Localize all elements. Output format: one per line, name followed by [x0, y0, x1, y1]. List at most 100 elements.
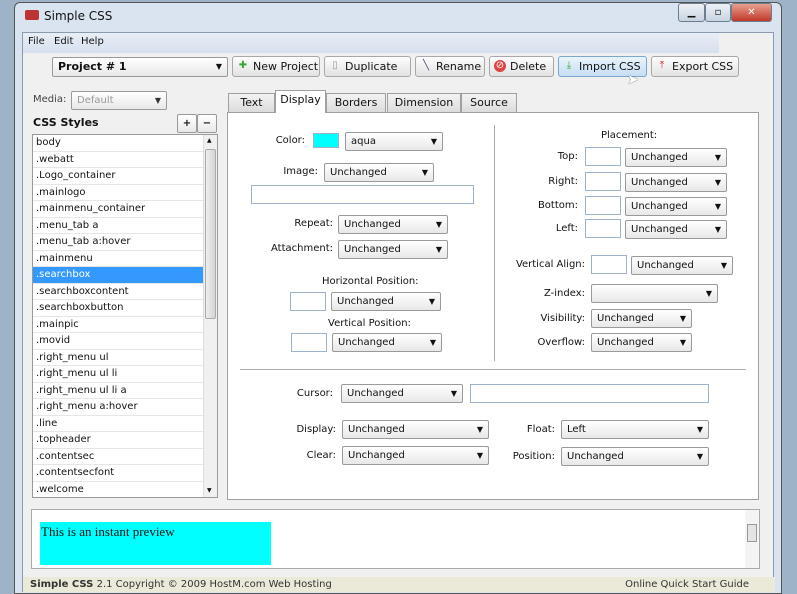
list-scrollbar[interactable]: ▲ ▼ [203, 135, 217, 497]
style-list-item[interactable]: .mainpic [33, 317, 203, 333]
style-list-item[interactable]: .right_menu ul li a [33, 383, 203, 399]
duplicate-button[interactable]: ▯ Duplicate [324, 56, 411, 77]
style-list-item[interactable]: .menu_tab a:hover [33, 234, 203, 251]
duplicate-label: Duplicate [345, 60, 398, 73]
right-input[interactable] [585, 172, 621, 191]
chevron-down-icon: ▼ [476, 425, 483, 434]
scroll-thumb[interactable] [747, 524, 757, 542]
right-select[interactable]: Unchanged ▼ [625, 173, 727, 192]
style-list-item[interactable]: .searchboxbutton [33, 300, 203, 317]
preview-scrollbar[interactable] [745, 510, 759, 568]
remove-style-button[interactable]: − [197, 114, 217, 133]
left-input[interactable] [585, 219, 621, 238]
chevron-down-icon: ▼ [705, 289, 712, 298]
overflow-select[interactable]: Unchanged ▼ [591, 333, 692, 352]
chevron-down-icon: ▼ [714, 153, 721, 162]
style-list-item[interactable]: .contentsec [33, 449, 203, 465]
bottom-input[interactable] [585, 196, 621, 215]
scroll-down-icon[interactable]: ▼ [207, 487, 212, 494]
rename-button[interactable]: ╲ Rename [415, 56, 485, 77]
tab-text[interactable]: Text [228, 93, 275, 112]
style-list-item[interactable]: .searchbox [33, 267, 203, 284]
cursor-input[interactable] [470, 384, 709, 403]
visibility-select[interactable]: Unchanged ▼ [591, 309, 692, 328]
style-list-item[interactable]: .welcome [33, 482, 203, 498]
clear-select[interactable]: Unchanged ▼ [342, 446, 489, 465]
add-style-button[interactable]: + [177, 114, 197, 133]
window-controls: ▁ ▫ ✕ [678, 3, 772, 22]
horizontal-position-input[interactable] [290, 292, 326, 311]
style-list-item[interactable]: .contentsecfont [33, 465, 203, 482]
overflow-select-value: Unchanged [597, 337, 654, 348]
quick-start-link[interactable]: Online Quick Start Guide [625, 577, 749, 592]
style-list-item[interactable]: .Logo_container [33, 168, 203, 185]
style-list-item[interactable]: .topheader [33, 432, 203, 449]
style-list-item[interactable]: .mainmenu [33, 251, 203, 267]
position-select[interactable]: Unchanged ▼ [561, 447, 709, 466]
vertical-align-select[interactable]: Unchanged ▼ [631, 256, 733, 275]
delete-button[interactable]: ⊘ Delete [489, 56, 554, 77]
horizontal-position-label: Horizontal Position: [322, 276, 419, 287]
style-list-item[interactable]: .movid [33, 333, 203, 350]
preview-box: This is an instant preview [40, 522, 271, 565]
status-copyright[interactable]: 2.1 Copyright © 2009 HostM.com Web Hosti… [97, 579, 332, 590]
float-select[interactable]: Left ▼ [561, 420, 709, 439]
vertical-position-select[interactable]: Unchanged ▼ [332, 333, 442, 352]
bottom-select[interactable]: Unchanged ▼ [625, 197, 727, 216]
vertical-position-label: Vertical Position: [328, 318, 411, 329]
chevron-down-icon: ▼ [714, 202, 721, 211]
style-list-item[interactable]: .mainmenu_container [33, 201, 203, 218]
plus-icon: ✚ [238, 60, 248, 71]
tab-borders[interactable]: Borders [326, 93, 386, 112]
style-list-item[interactable]: .webatt [33, 152, 203, 168]
style-list-item[interactable]: .menu_tab a [33, 218, 203, 234]
image-select[interactable]: Unchanged ▼ [324, 163, 434, 182]
bottom-select-value: Unchanged [631, 201, 688, 212]
color-select[interactable]: aqua ▼ [345, 132, 443, 151]
cursor-select[interactable]: Unchanged ▼ [341, 384, 463, 403]
minimize-button[interactable]: ▁ [678, 3, 705, 22]
image-path-input[interactable] [251, 185, 474, 204]
vertical-position-input[interactable] [291, 333, 327, 352]
scroll-thumb[interactable] [205, 149, 216, 319]
menu-help[interactable]: Help [81, 36, 104, 47]
left-select[interactable]: Unchanged ▼ [625, 220, 727, 239]
menu-edit[interactable]: Edit [54, 36, 73, 47]
color-select-value: aqua [351, 136, 376, 147]
export-css-button[interactable]: ⤒ Export CSS [651, 56, 739, 77]
position-label: Position: [512, 451, 555, 462]
style-list-item[interactable]: .searchboxcontent [33, 284, 203, 300]
tab-dimension[interactable]: Dimension [387, 93, 461, 112]
style-list-item[interactable]: body [33, 135, 203, 152]
display-select[interactable]: Unchanged ▼ [342, 420, 489, 439]
top-select[interactable]: Unchanged ▼ [625, 148, 727, 167]
attachment-label: Attachment: [271, 243, 333, 254]
left-label: Left: [555, 223, 578, 234]
z-index-select[interactable]: ▼ [591, 284, 718, 303]
style-list-item[interactable]: .mainlogo [33, 185, 203, 201]
chevron-down-icon: ▼ [679, 338, 686, 347]
tab-source[interactable]: Source [461, 93, 517, 112]
vertical-align-label: Vertical Align: [515, 259, 585, 270]
horizontal-position-select[interactable]: Unchanged ▼ [331, 292, 441, 311]
pencil-icon: ╲ [422, 60, 430, 71]
top-input[interactable] [585, 147, 621, 166]
attachment-select[interactable]: Unchanged ▼ [338, 240, 448, 259]
project-select[interactable]: Project # 1 ▼ [52, 57, 228, 77]
style-list-item[interactable]: .right_menu ul [33, 350, 203, 366]
position-select-value: Unchanged [567, 451, 624, 462]
tab-display[interactable]: Display [275, 90, 326, 113]
media-select[interactable]: Default ▼ [71, 91, 167, 110]
style-list-item[interactable]: .line [33, 416, 203, 432]
style-list-item[interactable]: .right_menu ul li [33, 366, 203, 383]
vertical-align-input[interactable] [591, 255, 627, 274]
color-swatch[interactable] [313, 133, 339, 148]
new-project-button[interactable]: ✚ New Project [232, 56, 320, 77]
divider-vertical [494, 125, 495, 361]
menu-file[interactable]: File [28, 36, 45, 47]
maximize-button[interactable]: ▫ [705, 3, 731, 22]
close-button[interactable]: ✕ [731, 3, 772, 22]
repeat-select[interactable]: Unchanged ▼ [338, 215, 448, 234]
style-list-item[interactable]: .right_menu a:hover [33, 399, 203, 416]
scroll-up-icon[interactable]: ▲ [207, 137, 212, 144]
